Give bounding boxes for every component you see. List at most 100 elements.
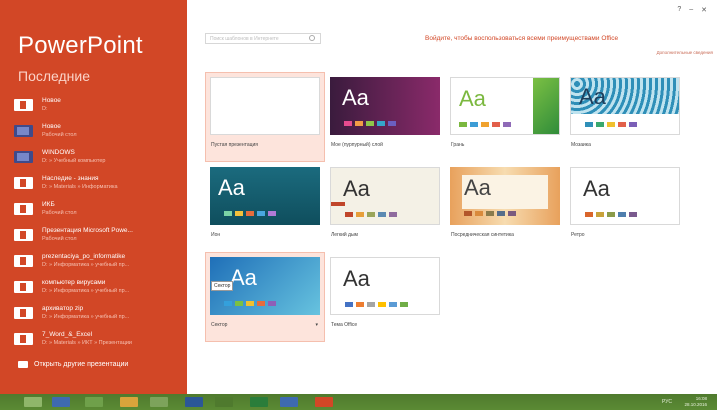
recent-file-item[interactable]: Презентация Microsoft Powe... Рабочий сто… — [14, 222, 182, 248]
word-icon[interactable] — [185, 397, 203, 407]
template-thumbnail: Aa — [450, 167, 560, 225]
template-label: Посредническая синтетика — [451, 232, 514, 238]
folder-icon[interactable] — [215, 397, 233, 407]
recent-file-item[interactable]: WINDOWS D: » Учебный компьютер — [14, 144, 182, 170]
template-tile-2[interactable]: Aa Мое (пурпурный) слой — [325, 72, 445, 162]
recent-list: Новое D: Новое Рабочий стол WINDOWS D: » Учеб… — [14, 92, 182, 352]
template-thumbnail: Aa Сектор — [210, 257, 320, 315]
thumb-aa: Aa — [343, 266, 370, 291]
recent-file-path: D: » Информатика » учебный пр... — [42, 262, 130, 268]
excel-icon[interactable] — [250, 397, 268, 407]
language-indicator[interactable]: РУС — [662, 399, 672, 405]
open-other-presentations-link[interactable]: Открыть другие презентации — [18, 361, 128, 368]
powerpoint-icon[interactable] — [315, 397, 333, 407]
pptx-file-icon — [14, 99, 33, 111]
template-label: Легкий дым — [331, 232, 358, 238]
recent-file-item[interactable]: prezentaciya_po_informatike D: » Информат… — [14, 248, 182, 274]
template-thumbnail: Aa — [450, 77, 560, 135]
help-icon[interactable]: ? — [677, 6, 681, 14]
template-tile-4[interactable]: Aa Мозаика — [565, 72, 685, 162]
template-thumbnail: Aa — [570, 167, 680, 225]
template-tile-7[interactable]: Aa Посредническая синтетика — [445, 162, 565, 252]
start-icon[interactable] — [24, 397, 42, 407]
thumb-aa: Aa — [464, 175, 491, 200]
mail-icon[interactable] — [85, 397, 103, 407]
recent-file-path: D: » Materials » Информатика — [42, 184, 118, 190]
template-label: Тема Office — [331, 322, 358, 328]
pptx-file-icon — [14, 203, 33, 215]
recent-file-name: 7_Word_&_Excel — [42, 331, 93, 338]
folder-icon — [18, 361, 28, 368]
pptx-file-icon — [14, 229, 33, 241]
template-thumbnail: Aa — [570, 77, 680, 135]
recent-file-name: Презентация Microsoft Powe... — [42, 227, 133, 234]
thumb-aa: Aa — [459, 86, 486, 111]
window-controls: ? – ✕ — [677, 6, 707, 14]
recent-file-item[interactable]: Новое D: — [14, 92, 182, 118]
template-label: Ретро — [571, 232, 585, 238]
template-label: Сектор — [211, 322, 228, 328]
template-tile-9[interactable]: Aa Сектор Сектор ▾ — [205, 252, 325, 342]
recent-file-item[interactable]: 7_Word_&_Excel D: » Materials » ИКТ » Пре… — [14, 326, 182, 352]
template-thumbnail — [210, 77, 320, 135]
recent-file-path: Рабочий стол — [42, 236, 77, 242]
thumb-aa: Aa — [342, 85, 369, 110]
close-icon[interactable]: ✕ — [701, 6, 707, 14]
pptx-file-icon — [14, 177, 33, 189]
app-title: PowerPoint — [18, 32, 143, 59]
chevron-down-icon[interactable]: ▾ — [315, 322, 318, 328]
more-info-link[interactable]: Дополнительные сведения — [657, 50, 713, 55]
template-tile-5[interactable]: Aa Ион — [205, 162, 325, 252]
template-thumbnail: Aa — [330, 167, 440, 225]
minimize-icon[interactable]: – — [689, 6, 693, 14]
open-other-label: Открыть другие презентации — [34, 361, 129, 368]
pptx-file-icon — [14, 333, 33, 345]
recent-file-path: D: » Учебный компьютер — [42, 158, 106, 164]
main-area: ? – ✕ Поиск шаблонов в Интернете Войдите… — [187, 0, 717, 394]
recent-file-name: Новое — [42, 123, 61, 130]
search-input[interactable]: Поиск шаблонов в Интернете — [205, 33, 321, 44]
recent-file-name: архиватор zip — [42, 305, 84, 312]
app-icon[interactable] — [150, 397, 168, 407]
template-tile-blank[interactable]: Пустая презентация — [205, 72, 325, 162]
app-icon[interactable] — [280, 397, 298, 407]
recent-file-path: D: » Materials » ИКТ » Презентации — [42, 340, 132, 346]
clock[interactable]: 16:08 28.10.2016 — [684, 396, 707, 408]
sign-in-link[interactable]: Войдите, чтобы воспользоваться всеми пре… — [425, 35, 618, 42]
template-label: Мозаика — [571, 142, 591, 148]
pptx-file-icon — [14, 255, 33, 267]
template-label: Ион — [211, 232, 221, 238]
template-label: Пустая презентация — [211, 142, 258, 148]
recent-file-item[interactable]: ИКБ Рабочий стол — [14, 196, 182, 222]
thumb-aa: Aa — [583, 176, 610, 201]
recent-heading: Последние — [18, 68, 91, 84]
template-label: Грань — [451, 142, 465, 148]
recent-file-item[interactable]: архиватор zip D: » Информатика » учебный … — [14, 300, 182, 326]
search-icon[interactable] — [309, 35, 315, 41]
template-label: Мое (пурпурный) слой — [331, 142, 383, 148]
sidebar: PowerPoint Последние Новое D: Новое Рабочий… — [0, 0, 187, 394]
browser-icon[interactable] — [120, 397, 138, 407]
template-thumbnail: Aa — [210, 167, 320, 225]
pptx-file-icon — [14, 281, 33, 293]
recent-file-item[interactable]: компьютер вирусами D: » Информатика » уче… — [14, 274, 182, 300]
recent-file-item[interactable]: Наследие - знания D: » Materials » Информ… — [14, 170, 182, 196]
taskbar: РУС 16:08 28.10.2016 — [0, 394, 717, 410]
template-tile-6[interactable]: Aa Легкий дым — [325, 162, 445, 252]
thumb-aa: Aa — [230, 265, 257, 290]
pptx-file-icon — [14, 307, 33, 319]
template-thumbnail: Aa — [330, 77, 440, 135]
recent-file-path: D: » Информатика » учебный пр... — [42, 314, 130, 320]
clock-date: 28.10.2016 — [684, 402, 707, 407]
recent-file-name: компьютер вирусами — [42, 279, 106, 286]
template-tile-3[interactable]: Aa Грань — [445, 72, 565, 162]
recent-file-path: D: » Информатика » учебный пр... — [42, 288, 130, 294]
explorer-icon[interactable] — [52, 397, 70, 407]
thumb-aa: Aa — [218, 175, 245, 200]
recent-file-item[interactable]: Новое Рабочий стол — [14, 118, 182, 144]
template-tile-8[interactable]: Aa Ретро — [565, 162, 685, 252]
thumb-aa: Aa — [579, 84, 606, 109]
recent-file-path: Рабочий стол — [42, 210, 77, 216]
template-tile-10[interactable]: Aa Тема Office — [325, 252, 445, 342]
template-thumbnail: Aa — [330, 257, 440, 315]
